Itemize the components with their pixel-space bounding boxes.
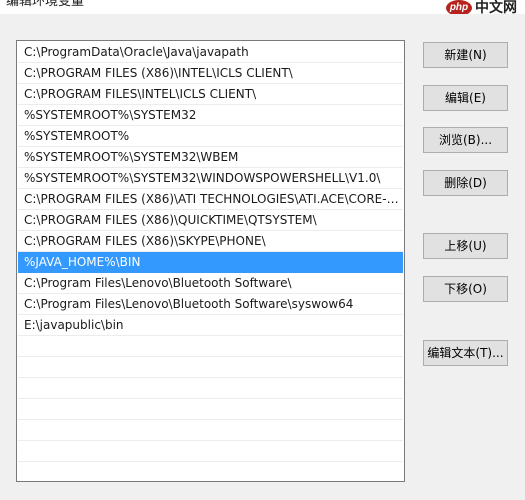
empty-list-row[interactable]: [18, 336, 403, 357]
list-item[interactable]: %JAVA_HOME%\BIN: [18, 252, 403, 273]
empty-list-row[interactable]: [18, 357, 403, 378]
list-item[interactable]: C:\ProgramData\Oracle\Java\javapath: [18, 42, 403, 63]
list-item[interactable]: E:\javapublic\bin: [18, 315, 403, 336]
empty-list-row[interactable]: [18, 399, 403, 420]
empty-list-row[interactable]: [18, 420, 403, 441]
list-item[interactable]: %SYSTEMROOT%\SYSTEM32: [18, 105, 403, 126]
empty-list-row[interactable]: [18, 441, 403, 462]
move-up-button[interactable]: 上移(U): [423, 233, 508, 259]
list-item[interactable]: %SYSTEMROOT%\SYSTEM32\WBEM: [18, 147, 403, 168]
php-logo: php: [446, 0, 472, 14]
edit-button[interactable]: 编辑(E): [423, 85, 508, 111]
list-item[interactable]: C:\PROGRAM FILES (X86)\QUICKTIME\QTSYSTE…: [18, 210, 403, 231]
dialog-title-bar: 编辑环境变量 php 中文网: [0, 0, 525, 14]
empty-list-row[interactable]: [18, 378, 403, 399]
new-button[interactable]: 新建(N): [423, 42, 508, 68]
list-item[interactable]: %SYSTEMROOT%\SYSTEM32\WINDOWSPOWERSHELL\…: [18, 168, 403, 189]
dialog-title: 编辑环境变量: [6, 0, 85, 9]
path-list-rows: C:\ProgramData\Oracle\Java\javapath C:\PR…: [18, 42, 403, 481]
watermark: php 中文网: [446, 0, 517, 14]
list-item[interactable]: C:\PROGRAM FILES\INTEL\ICLS CLIENT\: [18, 84, 403, 105]
edit-text-button[interactable]: 编辑文本(T)...: [423, 340, 508, 366]
browse-button[interactable]: 浏览(B)...: [423, 127, 508, 153]
list-item[interactable]: C:\Program Files\Lenovo\Bluetooth Softwa…: [18, 273, 403, 294]
list-item[interactable]: C:\PROGRAM FILES (X86)\INTEL\ICLS CLIENT…: [18, 63, 403, 84]
delete-button[interactable]: 删除(D): [423, 170, 508, 196]
list-item[interactable]: C:\PROGRAM FILES (X86)\ATI TECHNOLOGIES\…: [18, 189, 403, 210]
list-item[interactable]: C:\PROGRAM FILES (X86)\SKYPE\PHONE\: [18, 231, 403, 252]
list-item[interactable]: %SYSTEMROOT%: [18, 126, 403, 147]
watermark-text: 中文网: [475, 0, 517, 14]
move-down-button[interactable]: 下移(O): [423, 276, 508, 302]
path-list[interactable]: C:\ProgramData\Oracle\Java\javapath C:\PR…: [16, 40, 405, 482]
list-item[interactable]: C:\Program Files\Lenovo\Bluetooth Softwa…: [18, 294, 403, 315]
empty-list-row[interactable]: [18, 462, 403, 481]
